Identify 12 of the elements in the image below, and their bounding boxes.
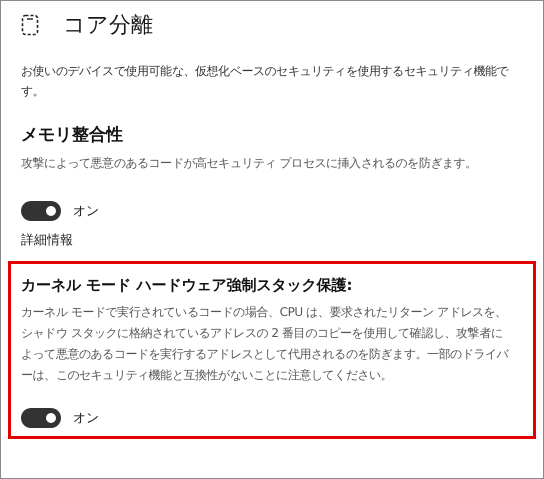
page-description: お使いのデバイスで使用可能な、仮想化ベースのセキュリティを使用するセキュリティ機能です。 [20,63,510,100]
section-heading: メモリ整合性 [21,124,124,146]
section-heading: カーネル モード ハードウェア強制スタック保護: [21,276,354,295]
core-isolation-icon [21,14,39,36]
section-description: カーネル モードで実行されているコードの場合、CPU は、要求されたリターン アドレスを、シャドウ スタックに格納されているアドレスの 2 番目のコピーを使用して確認し、攻撃者によって悪意のあるコードを実行するアドレスとして代用されるのを防ぎます。一部のドライバーは、このセキュリティ機能と互換性がないことに注意してください。 [21,304,510,384]
toggle-label: オン [73,203,99,220]
section-description: 攻撃によって悪意のあるコードが高セキュリティ プロセスに挿入されるのを防ぎます。 [21,155,478,172]
toggle-switch[interactable] [21,408,61,428]
toggle-switch[interactable] [21,201,61,221]
toggle-label: オン [73,410,99,427]
page-title: コア分離 [63,12,153,40]
more-info-link[interactable]: 詳細情報 [21,231,73,249]
